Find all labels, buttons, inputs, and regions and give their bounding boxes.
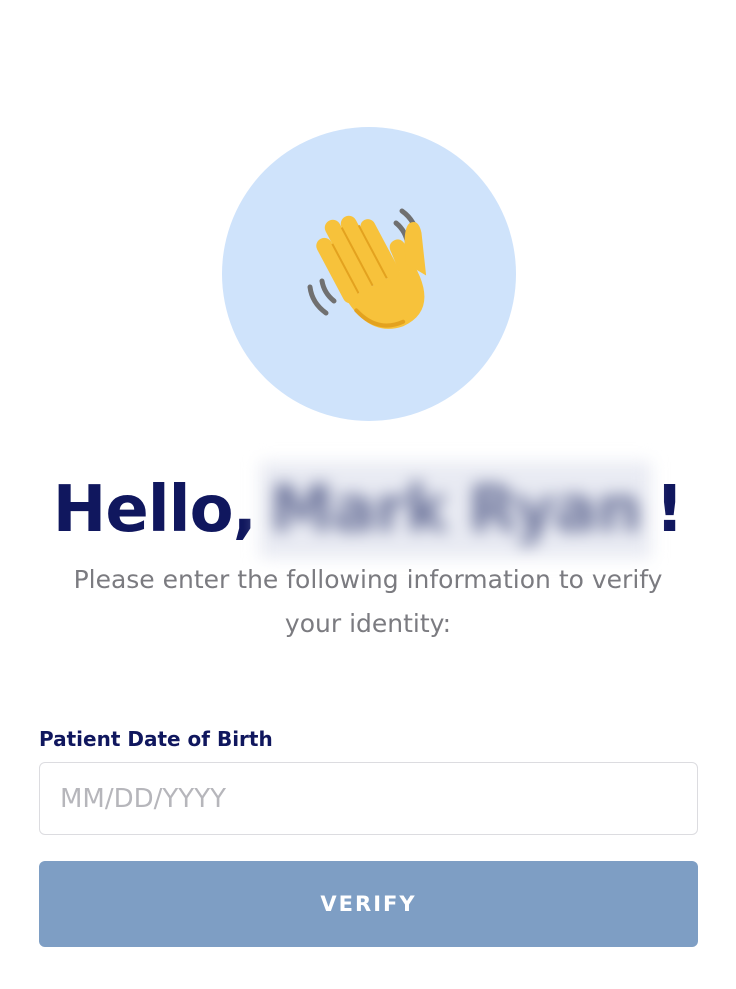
greeting-suffix: ! — [655, 473, 684, 547]
verify-identity-page: Hello, Mark Ryan! Please enter the follow… — [0, 0, 736, 989]
instructions-text: Please enter the following information t… — [73, 565, 663, 638]
dob-input[interactable] — [39, 762, 698, 835]
waving-hand-icon — [307, 208, 427, 329]
dob-label: Patient Date of Birth — [39, 727, 273, 751]
verify-button[interactable]: VERIFY — [39, 861, 698, 947]
greeting-heading: Hello, Mark Ryan! — [0, 462, 736, 558]
patient-name-blurred: Mark Ryan — [259, 462, 652, 558]
greeting-prefix: Hello, — [52, 473, 257, 547]
hero-circle — [222, 127, 516, 421]
